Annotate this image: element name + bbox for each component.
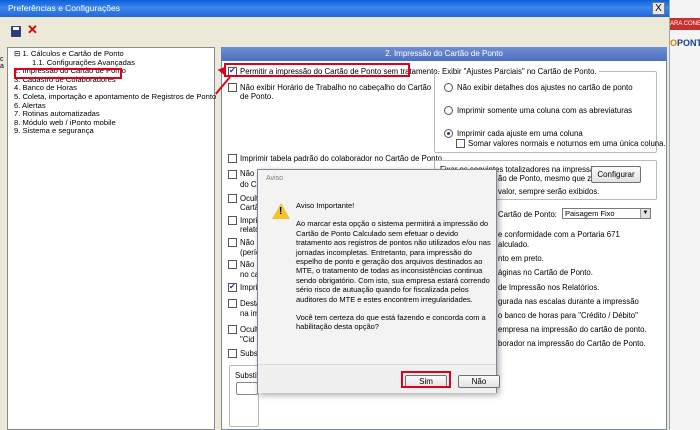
chevron-down-icon: ▼ (640, 209, 650, 218)
partial-checkbox-3[interactable] (228, 216, 237, 225)
close-button[interactable]: X (652, 2, 665, 15)
radio-nao-exibir-label: Não exibir detalhes dos ajustes no cartã… (457, 83, 633, 92)
radio-nao-exibir[interactable] (444, 83, 453, 92)
background-app: ARA CONEXÃO OPONT (669, 0, 700, 430)
dialog-question: Você tem certeza do que está fazendo e c… (296, 313, 486, 332)
partial-checkbox-4[interactable] (228, 238, 237, 247)
imprimir-tabela-checkbox[interactable] (228, 154, 237, 163)
configurar-button[interactable]: Configurar (591, 166, 641, 183)
permitir-highlight (224, 63, 410, 77)
right-partial: de Impressão nos Relatórios. (498, 283, 600, 292)
partial-checkbox-6[interactable] (228, 282, 237, 292)
panel-header: 2. Impressão do Cartão de Ponto (221, 47, 667, 61)
dropdown-value: Paisagem Fixo (565, 209, 615, 218)
yes-button-highlight (401, 371, 451, 388)
right-partial: nto em preto. (498, 254, 544, 263)
radio-cada-ajuste-label: Imprimir cada ajuste em uma coluna (457, 129, 583, 138)
nao-exibir-horario-checkbox[interactable] (228, 83, 237, 92)
radio-uma-coluna[interactable] (444, 106, 453, 115)
partial-label: Não i (240, 238, 259, 247)
right-partial: alculado. (498, 240, 530, 249)
partial-checkbox-2[interactable] (228, 194, 237, 203)
cancel-icon[interactable]: ✕ (27, 22, 38, 38)
right-partial: borador na impressão do Cartão de Ponto. (498, 339, 646, 348)
dialog-title: Aviso (266, 175, 283, 182)
layout-dropdown[interactable]: Paisagem Fixo ▼ (562, 208, 651, 219)
partial-checkbox-8[interactable] (228, 325, 237, 334)
right-partial: o banco de horas para "Crédito / Débito" (498, 311, 638, 320)
right-partial: gurada nas escalas durante a impressão (498, 297, 639, 306)
somar-checkbox[interactable] (456, 139, 465, 148)
partial-checkbox-5[interactable] (228, 260, 237, 269)
settings-tree[interactable]: ⊟ 1. Cálculos e Cartão de Ponto 1.1. Con… (7, 47, 216, 430)
no-button[interactable]: Não (458, 375, 500, 388)
radio-uma-coluna-label: Imprimir somente uma coluna com as abrev… (457, 106, 633, 115)
toolbar (0, 18, 669, 44)
background-logo: OPONT (670, 38, 700, 48)
somar-label: Somar valores normais e noturnos em uma … (468, 139, 666, 148)
cartao-ponto-label: Cartão de Ponto: (498, 210, 557, 219)
partial-label: "Cid (240, 335, 255, 344)
radio-cada-ajuste[interactable] (444, 129, 453, 138)
imprimir-tabela-label: Imprimir tabela padrão do colaborador no… (240, 154, 445, 163)
dialog-message: Aviso Importante! Ao marcar esta opção o… (296, 201, 491, 341)
tree-selection-highlight (14, 68, 122, 79)
ajustes-parciais-title: Exibir "Ajustes Parciais" no Cartão de P… (440, 67, 599, 76)
partial-checkbox-9[interactable] (228, 349, 237, 358)
tree-item-sistema[interactable]: 9. Sistema e segurança (8, 127, 214, 136)
nao-exibir-horario-label-2: de Ponto. (240, 92, 274, 101)
warning-icon-mark: ! (279, 206, 283, 217)
right-partial: empresa na impressão do cartão de ponto. (498, 325, 647, 334)
partial-checkbox-7[interactable] (228, 299, 237, 308)
totalizadores-line-3: valor, sempre serão exibidos. (498, 187, 600, 196)
save-icon[interactable] (11, 26, 21, 37)
right-partial: áginas no Cartão de Ponto. (498, 268, 593, 277)
right-partial: e conformidade com a Portaria 671 (498, 230, 620, 239)
warning-dialog: Aviso ! Aviso Importante! Ao marcar esta… (257, 169, 500, 393)
dialog-body: Ao marcar esta opção o sistema permitirá… (296, 219, 491, 304)
partial-checkbox-1[interactable] (228, 170, 237, 179)
dialog-heading: Aviso Importante! (296, 201, 355, 210)
window-title: Preferências e Configurações (0, 0, 669, 17)
background-banner: ARA CONEXÃO (670, 18, 700, 30)
nao-exibir-horario-label-1: Não exibir Horário de Trabalho no cabeça… (240, 83, 432, 92)
substituir-input[interactable] (236, 382, 258, 395)
